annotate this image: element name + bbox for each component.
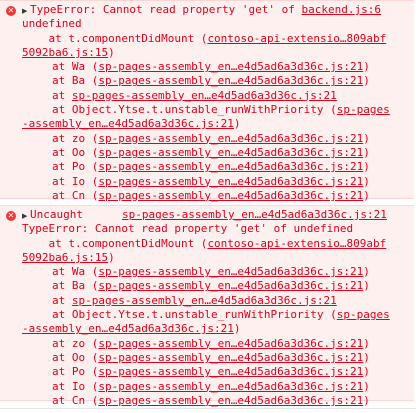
error-icon: ✕ — [6, 6, 16, 16]
stack-frame: at t.componentDidMount (contoso-api-exte… — [22, 236, 387, 250]
stack-frame-link[interactable]: sp-pages-assembly_en…e4d5ad6a3d36c.js:21 — [98, 74, 363, 87]
stack-frame: at Io (sp-pages-assembly_en…e4d5ad6a3d36… — [52, 174, 370, 188]
stack-frame-link[interactable]: sp-pages-assembly_en…e4d5ad6a3d36c.js:21 — [72, 294, 337, 307]
stack-frame-link[interactable]: sp-pages-assembly_en…e4d5ad6a3d36c.js:21 — [98, 160, 363, 173]
stack-frame-link[interactable]: sp-pages-assembly_en…e4d5ad6a3d36c.js:21 — [98, 132, 363, 145]
stack-frame: at Object.Ytse.t.unstable_runWithPriorit… — [52, 308, 390, 322]
stack-frame-link[interactable]: sp-pages — [337, 308, 390, 321]
console-error-message[interactable]: ✕ ▶ TypeError: Cannot read property 'get'… — [0, 0, 414, 202]
stack-frame: at Ba (sp-pages-assembly_en…e4d5ad6a3d36… — [52, 74, 370, 88]
stack-frame-link[interactable]: sp-pages-assembly_en…e4d5ad6a3d36c.js:21 — [98, 380, 363, 393]
stack-frame-link[interactable]: sp-pages — [337, 103, 390, 116]
error-text-cont: undefined — [22, 17, 82, 31]
stack-frame-link[interactable]: sp-pages-assembly_en…e4d5ad6a3d36c.js:21 — [98, 60, 363, 73]
stack-frame: at Oo (sp-pages-assembly_en…e4d5ad6a3d36… — [52, 350, 370, 364]
source-link[interactable]: sp-pages-assembly_en…e4d5ad6a3d36c.js:21 — [122, 208, 387, 222]
stack-frame-link[interactable]: sp-pages-assembly_en…e4d5ad6a3d36c.js:21 — [72, 89, 337, 102]
stack-frame-link[interactable]: sp-pages-assembly_en…e4d5ad6a3d36c.js:21 — [98, 265, 363, 278]
stack-frame: at Po (sp-pages-assembly_en…e4d5ad6a3d36… — [52, 160, 370, 174]
stack-frame-link[interactable]: contoso-api-extensio…809abf — [207, 32, 386, 45]
error-header: ▶ TypeError: Cannot read property 'get' o… — [22, 3, 410, 17]
devtools-console: ✕ ▶ TypeError: Cannot read property 'get'… — [0, 0, 416, 413]
stack-frame-link[interactable]: 5092ba6.js:15 — [22, 251, 108, 264]
expand-triangle-icon[interactable]: ▶ — [22, 209, 30, 223]
stack-frame-link[interactable]: sp-pages-assembly_en…e4d5ad6a3d36c.js:21 — [98, 337, 363, 350]
error-icon: ✕ — [6, 211, 16, 221]
stack-frame-link[interactable]: sp-pages-assembly_en…e4d5ad6a3d36c.js:21 — [98, 394, 363, 407]
stack-frame-link[interactable]: sp-pages-assembly_en…e4d5ad6a3d36c.js:21 — [98, 351, 363, 364]
stack-frame-link[interactable]: -assembly_en…e4d5ad6a3d36c.js:21 — [22, 322, 234, 335]
stack-frame-link[interactable]: sp-pages-assembly_en…e4d5ad6a3d36c.js:21 — [98, 279, 363, 292]
stack-frame-link[interactable]: -assembly_en…e4d5ad6a3d36c.js:21 — [22, 117, 234, 130]
stack-frame-link[interactable]: sp-pages-assembly_en…e4d5ad6a3d36c.js:21 — [98, 189, 363, 202]
stack-frame: at Cn (sp-pages-assembly_en…e4d5ad6a3d36… — [52, 188, 370, 202]
stack-frame: at Io (sp-pages-assembly_en…e4d5ad6a3d36… — [52, 379, 370, 393]
error-header: ▶ Uncaught sp-pages-assembly_en…e4d5ad6a3d… — [22, 208, 410, 222]
expand-triangle-icon[interactable]: ▶ — [22, 4, 30, 18]
console-error-message[interactable]: ✕ ▶ Uncaught sp-pages-assembly_en…e4d5ad6a… — [0, 205, 414, 407]
stack-frame: at Po (sp-pages-assembly_en…e4d5ad6a3d36… — [52, 365, 370, 379]
stack-frame: at Wa (sp-pages-assembly_en…e4d5ad6a3d36… — [52, 60, 370, 74]
stack-frame: 5092ba6.js:15) — [22, 250, 115, 264]
stack-frame: at Oo (sp-pages-assembly_en…e4d5ad6a3d36… — [52, 145, 370, 159]
stack-frame-link[interactable]: 5092ba6.js:15 — [22, 46, 108, 59]
stack-frame: at Ba (sp-pages-assembly_en…e4d5ad6a3d36… — [52, 279, 370, 293]
stack-frame: at Object.Ytse.t.unstable_runWithPriorit… — [52, 103, 390, 117]
stack-frame: at sp-pages-assembly_en…e4d5ad6a3d36c.js… — [52, 88, 337, 102]
source-link[interactable]: backend.js:6 — [302, 3, 381, 16]
stack-frame: at t.componentDidMount (contoso-api-exte… — [22, 31, 387, 45]
stack-frame-link[interactable]: contoso-api-extensio…809abf — [207, 237, 386, 250]
stack-frame: -assembly_en…e4d5ad6a3d36c.js:21) — [22, 322, 241, 336]
stack-frame-link[interactable]: sp-pages-assembly_en…e4d5ad6a3d36c.js:21 — [98, 146, 363, 159]
console-divider — [0, 408, 416, 409]
stack-frame-link[interactable]: sp-pages-assembly_en…e4d5ad6a3d36c.js:21 — [98, 365, 363, 378]
stack-frame: at Cn (sp-pages-assembly_en…e4d5ad6a3d36… — [52, 393, 370, 407]
stack-frame: at zo (sp-pages-assembly_en…e4d5ad6a3d36… — [52, 336, 370, 350]
stack-frame-link[interactable]: sp-pages-assembly_en…e4d5ad6a3d36c.js:21 — [98, 175, 363, 188]
stack-frame: 5092ba6.js:15) — [22, 45, 115, 59]
stack-frame: at Wa (sp-pages-assembly_en…e4d5ad6a3d36… — [52, 265, 370, 279]
stack-frame: at sp-pages-assembly_en…e4d5ad6a3d36c.js… — [52, 293, 337, 307]
stack-frame: at zo (sp-pages-assembly_en…e4d5ad6a3d36… — [52, 131, 370, 145]
stack-frame: -assembly_en…e4d5ad6a3d36c.js:21) — [22, 117, 241, 131]
error-text: TypeError: Cannot read property 'get' of — [30, 3, 302, 16]
error-text-cont: TypeError: Cannot read property 'get' of… — [22, 222, 354, 236]
error-text: Uncaught — [30, 208, 83, 221]
